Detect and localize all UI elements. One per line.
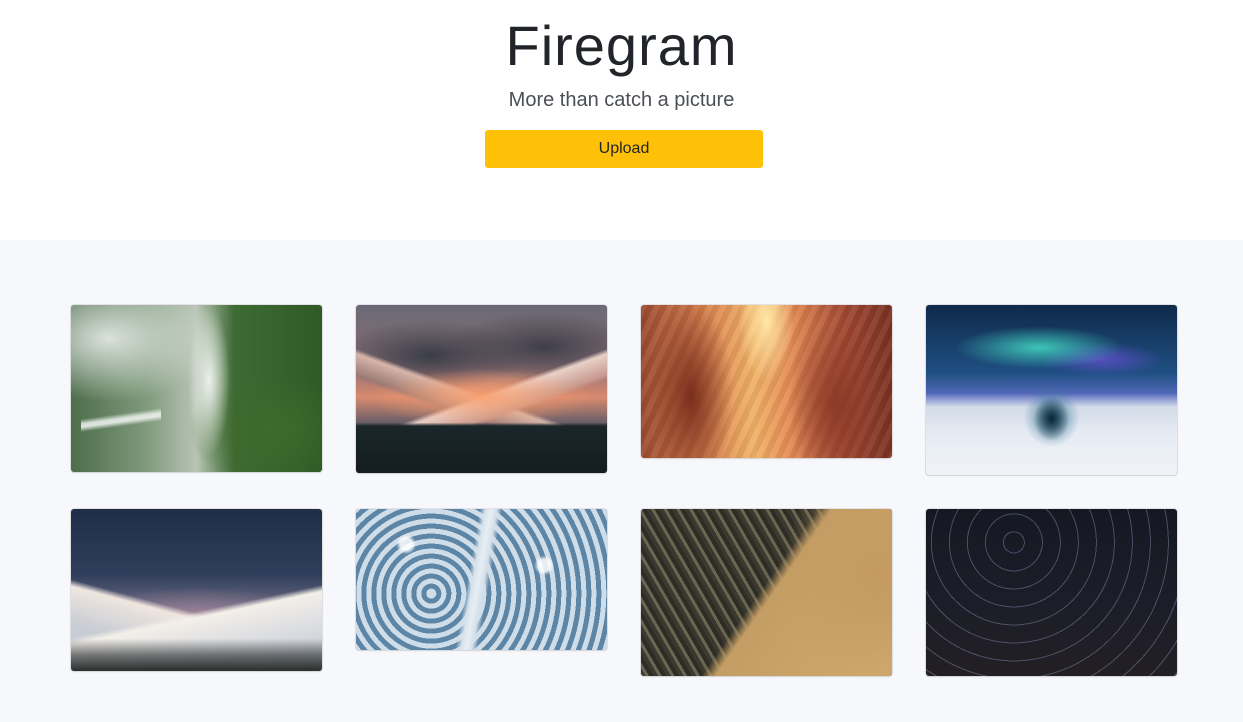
gallery-photo-mountain[interactable] [356, 305, 607, 473]
gallery-photo-canyon[interactable] [641, 305, 892, 458]
desert-image [641, 509, 892, 676]
gallery-photo-waterfall[interactable] [71, 305, 322, 472]
gallery-photo-startrail[interactable] [926, 509, 1177, 676]
gallery-photo-desert[interactable] [641, 509, 892, 676]
upload-button[interactable]: Upload [485, 130, 763, 168]
waterfall-image [71, 305, 322, 472]
star-trails-image [926, 509, 1177, 676]
snowy-mountain-image [71, 509, 322, 671]
app-title: Firegram [505, 14, 738, 77]
photo-gallery [0, 240, 1243, 722]
aurora-image [926, 305, 1177, 475]
gallery-photo-forest[interactable] [356, 509, 607, 650]
gallery-photo-snowpeak[interactable] [71, 509, 322, 671]
snowy-forest-image [356, 509, 607, 650]
gallery-photo-aurora[interactable] [926, 305, 1177, 475]
canyon-image [641, 305, 892, 458]
app-subtitle: More than catch a picture [508, 89, 735, 111]
hero-section: Firegram More than catch a picture Uploa… [0, 0, 1243, 240]
mountain-sunset-image [356, 305, 607, 473]
